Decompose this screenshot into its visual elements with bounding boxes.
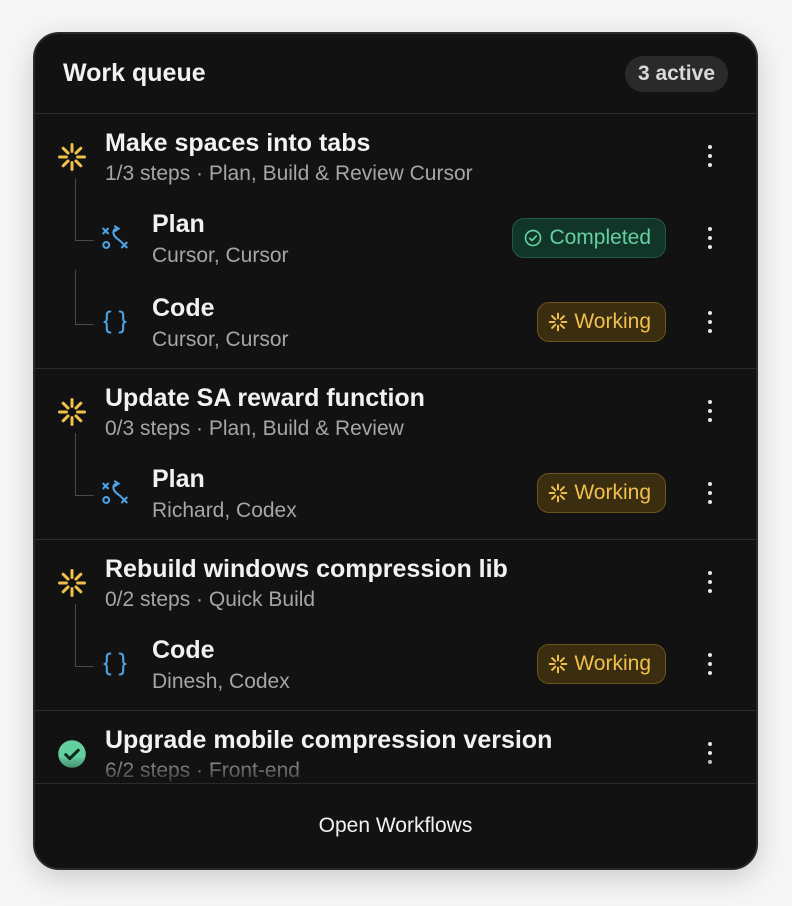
workflow-step-row[interactable]: Plan Cursor, Cursor Completed: [35, 178, 756, 284]
work-queue-list: Make spaces into tabs 1/3 steps · Plan, B…: [35, 114, 756, 786]
workflow-step-row[interactable]: Code Dinesh, Codex Working: [35, 604, 756, 710]
workflow-row[interactable]: Rebuild windows compression lib 0/2 steps…: [35, 540, 756, 626]
open-workflows-button[interactable]: Open Workflows: [319, 814, 473, 838]
spinner-icon: [548, 312, 568, 332]
check-outline-icon: [523, 228, 543, 248]
workflow-more-menu-button[interactable]: [698, 140, 722, 172]
step-subtitle: Cursor, Cursor: [152, 244, 289, 267]
tree-connector: [75, 178, 94, 241]
list-fade-overlay: [35, 756, 756, 786]
workflow-row[interactable]: Update SA reward function 0/3 steps · Pla…: [35, 369, 756, 455]
step-more-menu-button[interactable]: [698, 306, 722, 338]
step-title: Plan: [152, 465, 205, 493]
workflow-title: Rebuild windows compression lib: [105, 555, 508, 583]
workflow-subtitle: 0/2 steps · Quick Build: [105, 588, 316, 611]
spinner-icon: [57, 142, 87, 172]
workflow-row[interactable]: Make spaces into tabs 1/3 steps · Plan, B…: [35, 114, 756, 200]
plan-icon: [101, 224, 129, 252]
step-status-label: Completed: [549, 226, 651, 249]
step-title: Plan: [152, 210, 205, 238]
step-more-menu-button[interactable]: [698, 477, 722, 509]
spinner-icon: [548, 654, 568, 674]
tree-connector: [75, 604, 94, 667]
step-status-badge: Completed: [512, 218, 666, 258]
step-title: Code: [152, 294, 215, 322]
step-status-label: Working: [574, 310, 651, 333]
step-status-badge: Working: [537, 302, 666, 342]
workflow-title: Update SA reward function: [105, 384, 425, 412]
tree-connector: [75, 433, 94, 496]
work-queue-header: Work queue 3 active: [35, 34, 756, 114]
step-status-label: Working: [574, 481, 651, 504]
workflow-step-row[interactable]: Plan Richard, Codex Working: [35, 433, 756, 539]
work-queue-card: Work queue 3 active Make spaces into tab…: [33, 32, 758, 870]
spinner-icon: [548, 483, 568, 503]
workflow-title: Upgrade mobile compression version: [105, 726, 553, 754]
step-subtitle: Richard, Codex: [152, 499, 297, 522]
step-title: Code: [152, 636, 215, 664]
work-queue-footer: Open Workflows: [35, 783, 756, 868]
workflow-subtitle: 1/3 steps · Plan, Build & Review Cursor: [105, 162, 473, 185]
workflow-group: Update SA reward function 0/3 steps · Pla…: [35, 369, 756, 540]
step-status-badge: Working: [537, 644, 666, 684]
spinner-icon: [57, 397, 87, 427]
active-count-badge: 3 active: [624, 55, 728, 92]
code-braces-icon: [101, 308, 129, 336]
step-status-label: Working: [574, 652, 651, 675]
plan-icon: [101, 479, 129, 507]
workflow-subtitle: 0/3 steps · Plan, Build & Review: [105, 417, 404, 440]
step-subtitle: Dinesh, Codex: [152, 670, 290, 693]
workflow-group: Rebuild windows compression lib 0/2 steps…: [35, 540, 756, 711]
tree-connector: [75, 270, 94, 325]
workflow-more-menu-button[interactable]: [698, 395, 722, 427]
workflow-title: Make spaces into tabs: [105, 129, 371, 157]
step-status-badge: Working: [537, 473, 666, 513]
workflow-more-menu-button[interactable]: [698, 566, 722, 598]
step-more-menu-button[interactable]: [698, 648, 722, 680]
spinner-icon: [57, 568, 87, 598]
workflow-group: Make spaces into tabs 1/3 steps · Plan, B…: [35, 114, 756, 369]
workflow-step-row[interactable]: Code Cursor, Cursor Working: [35, 270, 756, 368]
step-subtitle: Cursor, Cursor: [152, 328, 289, 351]
code-braces-icon: [101, 650, 129, 678]
page-title: Work queue: [63, 59, 206, 87]
step-more-menu-button[interactable]: [698, 222, 722, 254]
